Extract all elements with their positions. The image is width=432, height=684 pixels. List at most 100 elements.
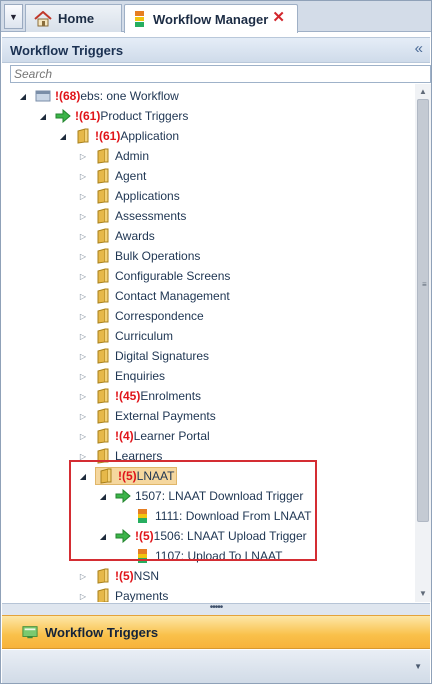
expand-arrow-icon[interactable]: ▷ <box>78 152 88 161</box>
tree-node-label: Curriculum <box>115 329 174 343</box>
scroll-up-arrow-icon[interactable]: ▲ <box>415 84 431 100</box>
tree-node-awards[interactable]: ▷ Awards <box>78 226 155 246</box>
expand-arrow-icon[interactable]: ▷ <box>78 412 88 421</box>
tree-node-label: Learner Portal <box>133 429 210 443</box>
chevron-down-icon[interactable]: ▼ <box>414 662 422 671</box>
tree-node-label: Awards <box>115 229 155 243</box>
folder-icon <box>95 308 111 324</box>
tree-node-agent[interactable]: ▷ Agent <box>78 166 146 186</box>
tree-node-label: External Payments <box>115 409 216 423</box>
tree-node-label: Product Triggers <box>100 109 189 123</box>
tree-node-label: Admin <box>115 149 150 163</box>
folder-icon <box>95 588 111 602</box>
folder-icon <box>95 428 111 444</box>
panel-header: Workflow Triggers « <box>2 37 430 63</box>
tree-node-admin[interactable]: ▷ Admin <box>78 146 149 166</box>
expand-arrow-icon[interactable]: ▷ <box>78 252 88 261</box>
grip-icon: ≡ <box>422 280 427 289</box>
tree-node-root[interactable]: ◢ !(68) ebs: one Workflow <box>18 86 179 106</box>
tree-node-configurable-screens[interactable]: ▷ Configurable Screens <box>78 266 230 286</box>
footer-navigation-strip: ▼ <box>2 650 430 683</box>
folder-icon <box>95 188 111 204</box>
folder-icon <box>95 348 111 364</box>
panel-splitter[interactable]: ••••• <box>2 603 430 615</box>
collapse-arrow-icon[interactable]: ◢ <box>38 112 48 121</box>
close-tab-icon[interactable]: ✕ <box>272 8 285 26</box>
tab-workflow-manager[interactable]: Workflow Manager ✕ <box>124 4 298 33</box>
alert-badge: !(68) <box>55 89 81 103</box>
folder-icon <box>95 288 111 304</box>
tree-node-product-triggers[interactable]: ◢ !(61) Product Triggers <box>38 106 188 126</box>
tree-node-label: Digital Signatures <box>115 349 210 363</box>
tree-node-label: NSN <box>133 569 160 583</box>
tree-node-contact-management[interactable]: ▷ Contact Management <box>78 286 230 306</box>
expand-arrow-icon[interactable]: ▷ <box>78 352 88 361</box>
workflow-triggers-icon <box>22 624 38 640</box>
workflow-root-icon <box>35 88 51 104</box>
folder-icon <box>95 368 111 384</box>
tree-node-nsn[interactable]: ▷ !(5) NSN <box>78 566 159 586</box>
tab-home-label: Home <box>58 11 95 26</box>
expand-arrow-icon[interactable]: ▷ <box>78 312 88 321</box>
folder-icon <box>95 328 111 344</box>
collapse-panel-icon[interactable]: « <box>415 40 423 57</box>
tree-node-applications[interactable]: ▷ Applications <box>78 186 180 206</box>
tree-node-digital-signatures[interactable]: ▷ Digital Signatures <box>78 346 209 366</box>
collapse-arrow-icon[interactable]: ◢ <box>58 132 68 141</box>
tree-node-assessments[interactable]: ▷ Assessments <box>78 206 186 226</box>
folder-icon <box>95 148 111 164</box>
tree-node-label: Configurable Screens <box>115 269 231 283</box>
folder-icon <box>95 388 111 404</box>
tree-node-payments[interactable]: ▷ Payments <box>78 586 168 602</box>
expand-arrow-icon[interactable]: ▷ <box>78 332 88 341</box>
tree-vertical-scrollbar[interactable]: ▲ ≡ ▼ <box>415 84 431 602</box>
expand-arrow-icon[interactable]: ▷ <box>78 192 88 201</box>
expand-arrow-icon[interactable]: ▷ <box>78 232 88 241</box>
folder-icon <box>95 168 111 184</box>
folder-icon <box>95 208 111 224</box>
tree-node-external-payments[interactable]: ▷ External Payments <box>78 406 216 426</box>
expand-arrow-icon[interactable]: ▷ <box>78 572 88 581</box>
folder-icon <box>75 128 91 144</box>
folder-icon <box>95 248 111 264</box>
tree-node-enrolments[interactable]: ▷ !(45) Enrolments <box>78 386 201 406</box>
tree-node-learner-portal[interactable]: ▷ !(4) Learner Portal <box>78 426 210 446</box>
expand-arrow-icon[interactable]: ▷ <box>78 592 88 601</box>
annotation-highlight-box <box>69 460 317 561</box>
alert-badge: !(5) <box>115 569 134 583</box>
tree-node-application[interactable]: ◢ !(61) Application <box>58 126 179 146</box>
expand-arrow-icon[interactable]: ▷ <box>78 172 88 181</box>
footer-tab-label: Workflow Triggers <box>45 624 159 640</box>
tab-home[interactable]: Home <box>25 4 122 32</box>
expand-arrow-icon[interactable]: ▷ <box>78 392 88 401</box>
expand-arrow-icon[interactable]: ▷ <box>78 272 88 281</box>
tab-list-dropdown-button[interactable]: ▼ <box>4 4 23 29</box>
scrollbar-thumb[interactable]: ≡ <box>417 99 429 522</box>
workflow-manager-window: ▼ Home Workflow Manager ✕ Workflow Trigg… <box>0 0 432 684</box>
alert-badge: !(45) <box>115 389 141 403</box>
tree-node-label: Agent <box>115 169 147 183</box>
expand-arrow-icon[interactable]: ▷ <box>78 432 88 441</box>
search-input[interactable] <box>10 65 431 83</box>
tree-node-label: Correspondence <box>115 309 204 323</box>
tree-node-label: Bulk Operations <box>115 249 201 263</box>
tree-node-label: Assessments <box>115 209 187 223</box>
footer-workflow-triggers-tab[interactable]: Workflow Triggers <box>2 615 430 649</box>
tree-node-curriculum[interactable]: ▷ Curriculum <box>78 326 173 346</box>
tree-node-label: Application <box>120 129 180 143</box>
alert-badge: !(61) <box>95 129 121 143</box>
tree-node-bulk-operations[interactable]: ▷ Bulk Operations <box>78 246 200 266</box>
expand-arrow-icon[interactable]: ▷ <box>78 372 88 381</box>
expand-arrow-icon[interactable]: ▷ <box>78 212 88 221</box>
trigger-arrow-icon <box>55 108 71 124</box>
panel-title: Workflow Triggers <box>10 43 124 58</box>
expand-arrow-icon[interactable]: ▷ <box>78 292 88 301</box>
tree-node-correspondence[interactable]: ▷ Correspondence <box>78 306 204 326</box>
tree-node-label: Contact Management <box>115 289 230 303</box>
scroll-down-arrow-icon[interactable]: ▼ <box>415 586 431 602</box>
tree-node-enquiries[interactable]: ▷ Enquiries <box>78 366 165 386</box>
folder-icon <box>95 408 111 424</box>
tree-node-label: Applications <box>115 189 180 203</box>
workflow-icon <box>133 10 147 28</box>
collapse-arrow-icon[interactable]: ◢ <box>18 92 28 101</box>
